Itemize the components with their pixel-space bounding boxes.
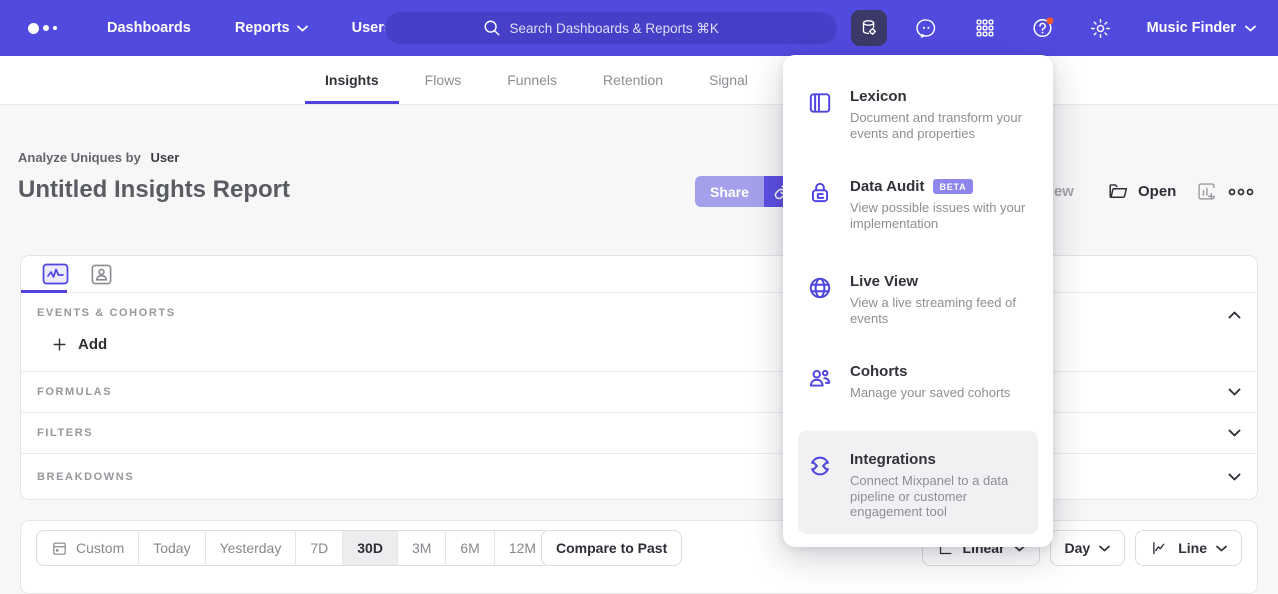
data-management-icon[interactable] [851, 10, 887, 46]
menu-item-lexicon[interactable]: Lexicon Document and transform your even… [807, 88, 1033, 141]
notification-dot [1046, 17, 1053, 24]
menu-item-title: Live View [850, 273, 918, 290]
chevron-down-icon [1228, 473, 1241, 481]
range-6m[interactable]: 6M [446, 531, 494, 565]
chart-controls-panel: Custom Today Yesterday 7D 30D 3M 6M 12M … [20, 520, 1258, 594]
lock-audit-icon [807, 178, 833, 231]
query-builder-panel: EVENTS & COHORTS Add FORMULAS FILTERS BR… [20, 255, 1258, 500]
search-icon [483, 19, 501, 37]
chevron-down-icon [1228, 388, 1241, 396]
add-label: Add [78, 336, 107, 353]
menu-item-live-view[interactable]: Live View View a live streaming feed of … [807, 273, 1033, 326]
tab-insights[interactable]: Insights [305, 56, 399, 104]
global-search[interactable] [385, 12, 837, 44]
menu-item-desc: Manage your saved cohorts [850, 385, 1028, 401]
mixpanel-logo-icon[interactable] [28, 23, 57, 34]
add-event-button[interactable]: Add [51, 336, 107, 353]
menu-item-title: Lexicon [850, 88, 907, 105]
help-icon[interactable] [1025, 10, 1061, 46]
report-tabbar: Insights Flows Funnels Retention Signal … [0, 56, 1278, 105]
breadcrumb-entity[interactable]: User [150, 150, 179, 165]
share-button[interactable]: Share [695, 176, 764, 207]
globe-icon [807, 273, 833, 326]
menu-item-desc: View a live streaming feed of events [850, 295, 1028, 326]
tab-signal[interactable]: Signal [689, 56, 768, 104]
menu-item-data-audit[interactable]: Data Audit BETA View possible issues wit… [807, 178, 1033, 231]
formulas-label: FORMULAS [37, 386, 112, 398]
tab-retention[interactable]: Retention [583, 56, 683, 104]
nav-dashboards[interactable]: Dashboards [107, 20, 191, 36]
apps-grid-icon[interactable] [967, 10, 1003, 46]
plus-icon [51, 336, 68, 353]
book-icon [807, 88, 833, 141]
nav-reports-label: Reports [235, 20, 290, 36]
calendar-icon [51, 540, 68, 557]
filters-section-toggle[interactable]: FILTERS [21, 412, 1257, 453]
open-label: Open [1138, 183, 1176, 200]
interval-dropdown[interactable]: Day [1050, 530, 1126, 566]
sync-icon [807, 451, 833, 520]
chevron-down-icon [1099, 545, 1110, 552]
range-today[interactable]: Today [139, 531, 205, 565]
range-3m[interactable]: 3M [398, 531, 446, 565]
open-report-button[interactable]: Open [1108, 176, 1176, 207]
line-chart-icon [1150, 539, 1169, 557]
formulas-section-toggle[interactable]: FORMULAS [21, 371, 1257, 412]
range-custom[interactable]: Custom [37, 531, 139, 565]
date-range-selector: Custom Today Yesterday 7D 30D 3M 6M 12M [36, 530, 551, 566]
page-title[interactable]: Untitled Insights Report [18, 176, 290, 204]
active-tab-underline [21, 290, 67, 293]
range-custom-label: Custom [76, 540, 124, 556]
range-30d[interactable]: 30D [343, 531, 398, 565]
filters-label: FILTERS [37, 427, 93, 439]
people-icon [807, 363, 833, 401]
events-collapse-button[interactable] [1228, 306, 1241, 324]
data-management-menu: Lexicon Document and transform your even… [783, 55, 1053, 547]
nav-reports[interactable]: Reports [235, 20, 308, 36]
beta-badge: BETA [933, 179, 972, 194]
chart-type-dropdown[interactable]: Line [1135, 530, 1242, 566]
chevron-down-icon [1216, 545, 1227, 552]
menu-item-desc: Connect Mixpanel to a data pipeline or c… [850, 473, 1028, 520]
breadcrumb: Analyze Uniques by User [18, 150, 179, 165]
chart-type-label: Line [1178, 540, 1207, 556]
feedback-icon[interactable] [909, 10, 945, 46]
chevron-down-icon [297, 25, 308, 32]
breakdowns-section-toggle[interactable]: BREAKDOWNS [21, 453, 1257, 500]
menu-item-title: Data Audit [850, 178, 924, 195]
chevron-down-icon [1228, 429, 1241, 437]
search-input[interactable] [510, 21, 740, 36]
folder-icon [1108, 181, 1129, 202]
range-yesterday[interactable]: Yesterday [206, 531, 297, 565]
breadcrumb-prefix: Analyze Uniques by [18, 150, 141, 165]
breakdowns-label: BREAKDOWNS [37, 471, 134, 483]
compare-to-past-button[interactable]: Compare to Past [541, 530, 682, 566]
users-view-tab[interactable] [87, 260, 115, 288]
interval-label: Day [1065, 540, 1091, 556]
metrics-view-tab[interactable] [41, 260, 69, 288]
query-view-tabs [21, 256, 1257, 293]
board-plus-icon [1196, 181, 1217, 202]
menu-item-title: Cohorts [850, 363, 908, 380]
events-cohorts-section-label: EVENTS & COHORTS [37, 307, 176, 319]
add-to-board-button[interactable] [1196, 176, 1217, 207]
chevron-down-icon [1245, 25, 1256, 32]
ellipsis-icon [1228, 185, 1254, 199]
chevron-up-icon [1228, 311, 1241, 319]
menu-item-cohorts[interactable]: Cohorts Manage your saved cohorts [807, 363, 1033, 401]
tab-flows[interactable]: Flows [405, 56, 482, 104]
more-options-button[interactable] [1228, 176, 1254, 207]
project-name: Music Finder [1147, 20, 1236, 36]
menu-item-desc: View possible issues with your implement… [850, 200, 1028, 231]
settings-gear-icon[interactable] [1083, 10, 1119, 46]
top-navbar: Dashboards Reports Users [0, 0, 1278, 56]
menu-item-integrations[interactable]: Integrations Connect Mixpanel to a data … [807, 451, 1033, 520]
tab-funnels[interactable]: Funnels [487, 56, 577, 104]
menu-item-desc: Document and transform your events and p… [850, 110, 1028, 141]
menu-item-title: Integrations [850, 451, 936, 468]
project-switcher[interactable]: Music Finder [1147, 20, 1256, 36]
range-7d[interactable]: 7D [296, 531, 343, 565]
